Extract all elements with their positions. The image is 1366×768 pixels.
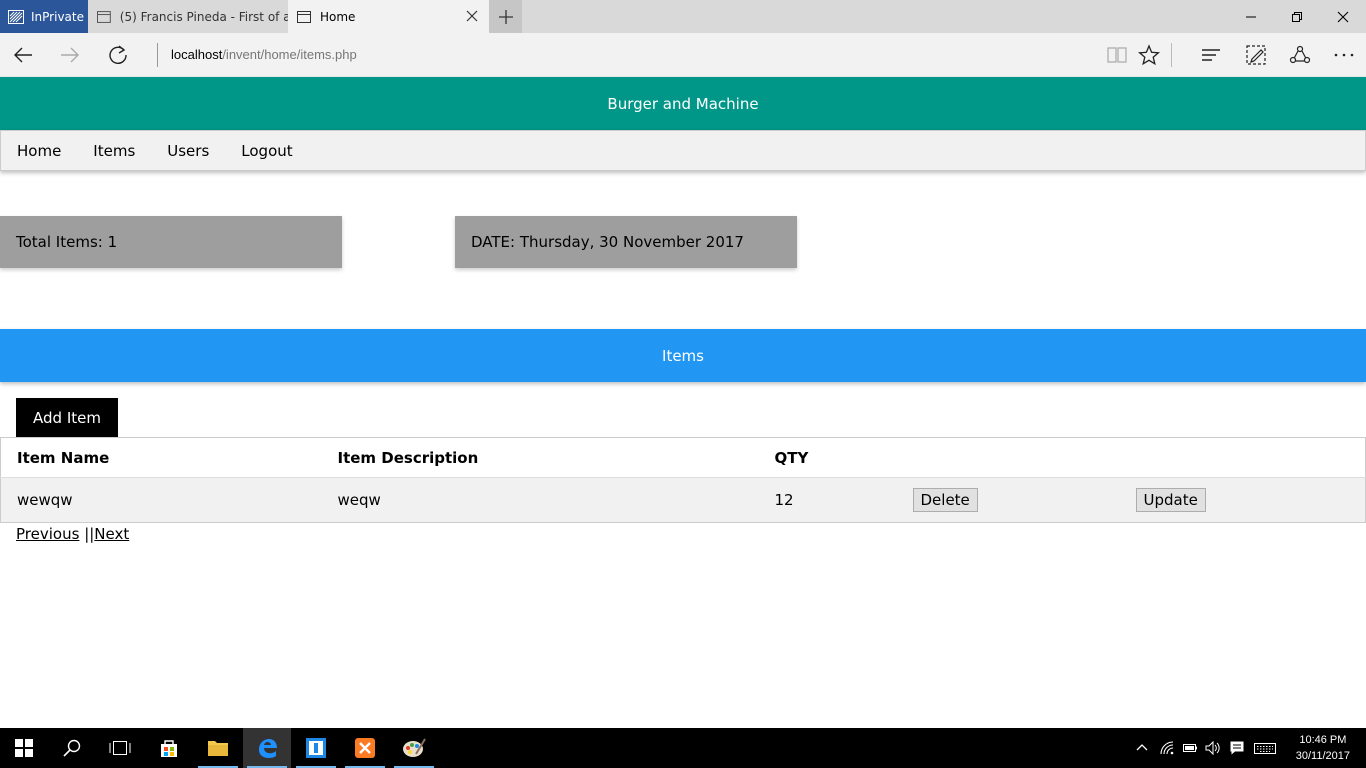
hub-icon[interactable]: [1200, 44, 1222, 66]
chevron-up-icon[interactable]: [1134, 740, 1150, 756]
xampp-app[interactable]: [341, 728, 389, 768]
search-icon: [63, 739, 81, 757]
store-icon: [161, 740, 177, 757]
inprivate-indicator: InPrivate: [0, 0, 88, 33]
url-field[interactable]: localhost/invent/home/items.php: [171, 47, 357, 62]
action-center-icon[interactable]: [1229, 740, 1245, 756]
restore-icon: [1292, 11, 1302, 22]
nav-home[interactable]: Home: [1, 142, 77, 160]
address-bar: localhost/invent/home/items.php: [0, 33, 1366, 77]
store-app[interactable]: [145, 728, 193, 768]
xampp-icon: [355, 738, 375, 758]
browser-tab[interactable]: (5) Francis Pineda - First of a: [88, 0, 288, 33]
close-icon: [1337, 11, 1349, 22]
header-item-description: Item Description: [321, 437, 759, 478]
more-icon[interactable]: [1333, 44, 1355, 66]
app-window-icon: [306, 738, 326, 758]
header-qty: QTY: [758, 437, 897, 478]
back-icon[interactable]: [12, 44, 34, 66]
cell-qty: 12: [758, 477, 897, 523]
taskbar: 10:46 PM 30/11/2017: [0, 728, 1366, 768]
window-controls: [1228, 0, 1366, 33]
folder-icon: [208, 741, 228, 756]
system-clock[interactable]: 10:46 PM 30/11/2017: [1296, 732, 1350, 764]
clock-time: 10:46 PM: [1299, 734, 1347, 746]
reading-view-icon[interactable]: [1106, 44, 1128, 66]
restore-button[interactable]: [1274, 0, 1320, 33]
page-icon: [297, 10, 311, 23]
paint-palette-icon: [403, 738, 426, 757]
start-button[interactable]: [0, 728, 48, 768]
date-label: DATE: Thursday, 30 November 2017: [471, 233, 744, 251]
windows-logo-icon: [15, 739, 33, 757]
header-empty: [896, 437, 1120, 478]
cell-delete: Delete: [896, 477, 1120, 523]
items-section-title: Items: [662, 346, 704, 365]
share-icon[interactable]: [1289, 44, 1311, 66]
header-empty: [1119, 437, 1366, 478]
minimize-button[interactable]: [1228, 0, 1274, 33]
wifi-icon[interactable]: [1159, 740, 1175, 756]
task-view-button[interactable]: [96, 728, 144, 768]
total-items-label: Total Items: 1: [16, 233, 118, 251]
url-host: localhost: [171, 47, 223, 62]
close-tab-icon[interactable]: [465, 9, 479, 23]
tab-title: (5) Francis Pineda - First of a: [119, 9, 288, 24]
add-item-button[interactable]: Add Item: [16, 398, 118, 437]
web-note-icon[interactable]: [1245, 44, 1267, 66]
cell-update: Update: [1119, 477, 1366, 523]
cell-item-name: wewqw: [0, 477, 322, 523]
inprivate-icon: [8, 9, 24, 24]
volume-icon[interactable]: [1205, 740, 1221, 756]
close-window-button[interactable]: [1320, 0, 1366, 33]
browser-tab-bar: InPrivate (5) Francis Pineda - First of …: [0, 0, 1366, 33]
refresh-icon[interactable]: [107, 44, 129, 66]
search-button[interactable]: [48, 728, 96, 768]
pager-separator: ||: [84, 525, 95, 543]
main-nav: Home Items Users Logout: [0, 130, 1366, 171]
address-separator: [157, 43, 158, 67]
url-path: /invent/home/items.php: [222, 47, 357, 62]
delete-button[interactable]: Delete: [912, 488, 978, 512]
header-item-name: Item Name: [0, 437, 322, 478]
toolbar-separator: [1171, 43, 1172, 67]
pagination: Previous ||Next: [16, 525, 129, 543]
page-icon: [97, 10, 111, 23]
battery-icon[interactable]: [1182, 740, 1198, 756]
table-header-row: Item Name Item Description QTY: [0, 437, 1366, 478]
cell-item-description: weqw: [321, 477, 759, 523]
site-header: Burger and Machine: [0, 77, 1366, 130]
browser-tab-active[interactable]: Home: [288, 0, 489, 33]
clock-date: 30/11/2017: [1295, 750, 1350, 762]
date-card: DATE: Thursday, 30 November 2017: [455, 216, 797, 268]
edge-browser-icon: [259, 739, 277, 758]
minimize-icon: [1246, 16, 1256, 17]
edge-app[interactable]: [243, 728, 291, 768]
update-button[interactable]: Update: [1135, 488, 1206, 512]
nav-logout[interactable]: Logout: [225, 142, 308, 160]
total-items-card: Total Items: 1: [0, 216, 342, 268]
keyboard-icon[interactable]: [1254, 740, 1276, 756]
nav-users[interactable]: Users: [151, 142, 225, 160]
paint-app[interactable]: [390, 728, 438, 768]
favorite-star-icon[interactable]: [1138, 44, 1160, 66]
table-row: wewqw weqw 12 Delete Update: [0, 477, 1366, 523]
tab-title: Home: [320, 9, 356, 24]
inprivate-label: InPrivate: [31, 9, 84, 24]
items-table: Item Name Item Description QTY wewqw weq…: [0, 437, 1366, 523]
plus-icon: [498, 9, 513, 24]
site-title: Burger and Machine: [607, 94, 759, 113]
file-explorer-app[interactable]: [194, 728, 242, 768]
app-taskbar-item[interactable]: [292, 728, 340, 768]
new-tab-button[interactable]: [489, 0, 522, 33]
next-link[interactable]: Next: [94, 525, 129, 543]
items-section-header: Items: [0, 329, 1366, 382]
nav-items[interactable]: Items: [77, 142, 151, 160]
task-view-icon: [109, 741, 131, 755]
forward-icon[interactable]: [59, 44, 81, 66]
previous-link[interactable]: Previous: [16, 525, 79, 543]
